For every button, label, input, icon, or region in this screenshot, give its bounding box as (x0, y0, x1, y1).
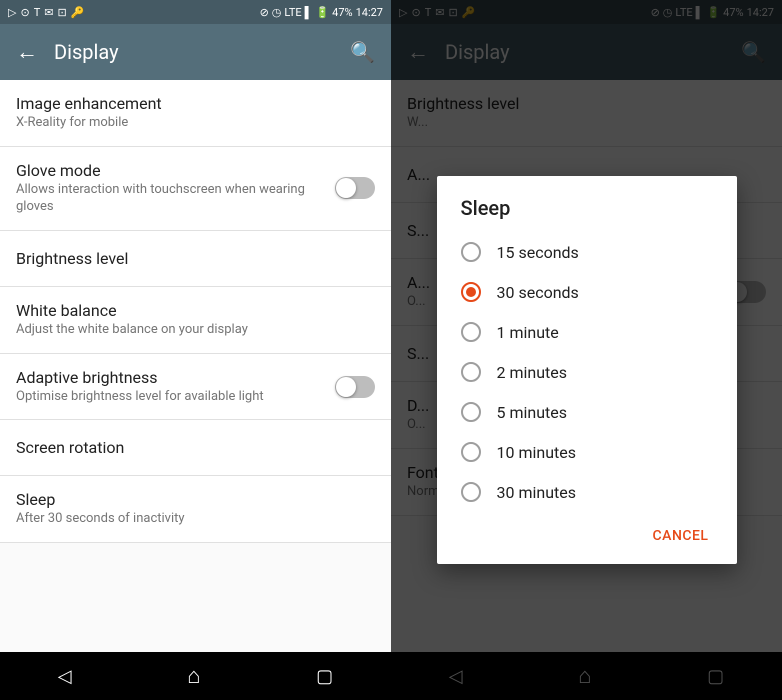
sleep-dialog: Sleep 15 seconds 30 seconds 1 minute (437, 176, 737, 564)
radio-15s (461, 242, 481, 262)
radio-5m (461, 402, 481, 422)
setting-glove-mode-subtitle: Allows interaction with touchscreen when… (16, 182, 335, 216)
setting-brightness-title: Brightness level (16, 249, 375, 268)
radio-label-10m: 10 minutes (497, 443, 577, 462)
radio-label-5m: 5 minutes (497, 403, 568, 422)
setting-item-sleep-text: Sleep After 30 seconds of inactivity (16, 490, 375, 528)
left-toolbar-title: Display (54, 40, 334, 64)
radio-label-30m: 30 minutes (497, 483, 577, 502)
alarm-icon: ◷ (272, 6, 282, 19)
dialog-option-10m[interactable]: 10 minutes (437, 432, 737, 472)
left-panel: ▷ ⊙ T ✉ ⊡ 🔑 ⊘ ◷ LTE ▌ 🔋 47% 14:27 ← Disp… (0, 0, 391, 700)
right-panel-container: ▷ ⊙ T ✉ ⊡ 🔑 ⊘ ◷ LTE ▌ 🔋 47% 14:27 ← Disp… (391, 0, 782, 700)
setting-item-sleep[interactable]: Sleep After 30 seconds of inactivity (0, 476, 391, 543)
dialog-cancel-button[interactable]: CANCEL (641, 520, 721, 552)
setting-image-enhancement-title: Image enhancement (16, 94, 375, 113)
setting-item-screen-rotation[interactable]: Screen rotation (0, 420, 391, 476)
glove-mode-toggle[interactable] (335, 177, 375, 199)
setting-screen-rotation-title: Screen rotation (16, 438, 375, 457)
setting-sleep-subtitle: After 30 seconds of inactivity (16, 511, 375, 528)
dialog-actions: CANCEL (437, 512, 737, 556)
setting-adaptive-brightness-title: Adaptive brightness (16, 368, 335, 387)
left-toolbar: ← Display 🔍 (0, 24, 391, 80)
left-back-button[interactable]: ← (16, 39, 38, 65)
setting-image-enhancement-subtitle: X-Reality for mobile (16, 115, 375, 132)
setting-item-image-enhancement[interactable]: Image enhancement X-Reality for mobile (0, 80, 391, 147)
lte-label: LTE (284, 6, 301, 19)
left-status-bar: ▷ ⊙ T ✉ ⊡ 🔑 ⊘ ◷ LTE ▌ 🔋 47% 14:27 (0, 0, 391, 24)
setting-item-brightness-level[interactable]: Brightness level (0, 231, 391, 287)
dialog-option-15s[interactable]: 15 seconds (437, 232, 737, 272)
maps-icon: ⊡ (57, 6, 66, 19)
radio-30m (461, 482, 481, 502)
dialog-option-2m[interactable]: 2 minutes (437, 352, 737, 392)
setting-glove-mode-title: Glove mode (16, 161, 335, 180)
setting-sleep-title: Sleep (16, 490, 375, 509)
dialog-option-30m[interactable]: 30 minutes (437, 472, 737, 512)
dialog-option-30s[interactable]: 30 seconds (437, 272, 737, 312)
radio-1m (461, 322, 481, 342)
setting-white-balance-subtitle: Adjust the white balance on your display (16, 322, 375, 339)
signal-icon: ▌ (305, 6, 313, 19)
setting-item-adaptive-brightness[interactable]: Adaptive brightness Optimise brightness … (0, 354, 391, 421)
setting-item-image-enhancement-text: Image enhancement X-Reality for mobile (16, 94, 375, 132)
setting-item-screen-rotation-text: Screen rotation (16, 438, 375, 457)
setting-item-white-balance-text: White balance Adjust the white balance o… (16, 301, 375, 339)
wifi-icon: ⊙ (20, 6, 29, 19)
setting-item-white-balance[interactable]: White balance Adjust the white balance o… (0, 287, 391, 354)
radio-30s (461, 282, 481, 302)
setting-item-adaptive-brightness-text: Adaptive brightness Optimise brightness … (16, 368, 335, 406)
setting-item-brightness-text: Brightness level (16, 249, 375, 268)
battery-icon: 🔋 (315, 6, 329, 19)
adaptive-brightness-toggle[interactable] (335, 376, 375, 398)
radio-label-30s: 30 seconds (497, 283, 579, 302)
left-time: 14:27 (356, 6, 383, 19)
setting-white-balance-title: White balance (16, 301, 375, 320)
radio-label-15s: 15 seconds (497, 243, 579, 262)
setting-item-glove-mode-text: Glove mode Allows interaction with touch… (16, 161, 335, 216)
left-home-nav[interactable]: ⌂ (187, 663, 200, 689)
radio-10m (461, 442, 481, 462)
left-status-right: ⊘ ◷ LTE ▌ 🔋 47% 14:27 (260, 6, 383, 19)
left-status-icons: ▷ ⊙ T ✉ ⊡ 🔑 (8, 6, 84, 19)
radio-label-2m: 2 minutes (497, 363, 568, 382)
left-search-button[interactable]: 🔍 (350, 40, 375, 64)
left-content: Image enhancement X-Reality for mobile G… (0, 80, 391, 652)
left-nav-bar: ◁ ⌂ ▢ (0, 652, 391, 700)
no-sim-icon: ⊘ (260, 6, 269, 19)
dialog-option-5m[interactable]: 5 minutes (437, 392, 737, 432)
key-icon: 🔑 (71, 6, 85, 19)
email-icon: ✉ (44, 6, 53, 19)
dialog-overlay: Sleep 15 seconds 30 seconds 1 minute (391, 0, 782, 700)
notification-icon: ▷ (8, 6, 16, 19)
radio-2m (461, 362, 481, 382)
dialog-option-1m[interactable]: 1 minute (437, 312, 737, 352)
left-battery-pct: 47% (332, 6, 352, 19)
left-back-nav[interactable]: ◁ (58, 666, 72, 687)
dialog-title: Sleep (437, 176, 737, 232)
radio-label-1m: 1 minute (497, 323, 559, 342)
setting-adaptive-brightness-subtitle: Optimise brightness level for available … (16, 389, 335, 406)
left-recents-nav[interactable]: ▢ (316, 666, 333, 687)
t-icon: T (34, 6, 41, 19)
setting-item-glove-mode[interactable]: Glove mode Allows interaction with touch… (0, 147, 391, 231)
radio-30s-inner (466, 287, 476, 297)
